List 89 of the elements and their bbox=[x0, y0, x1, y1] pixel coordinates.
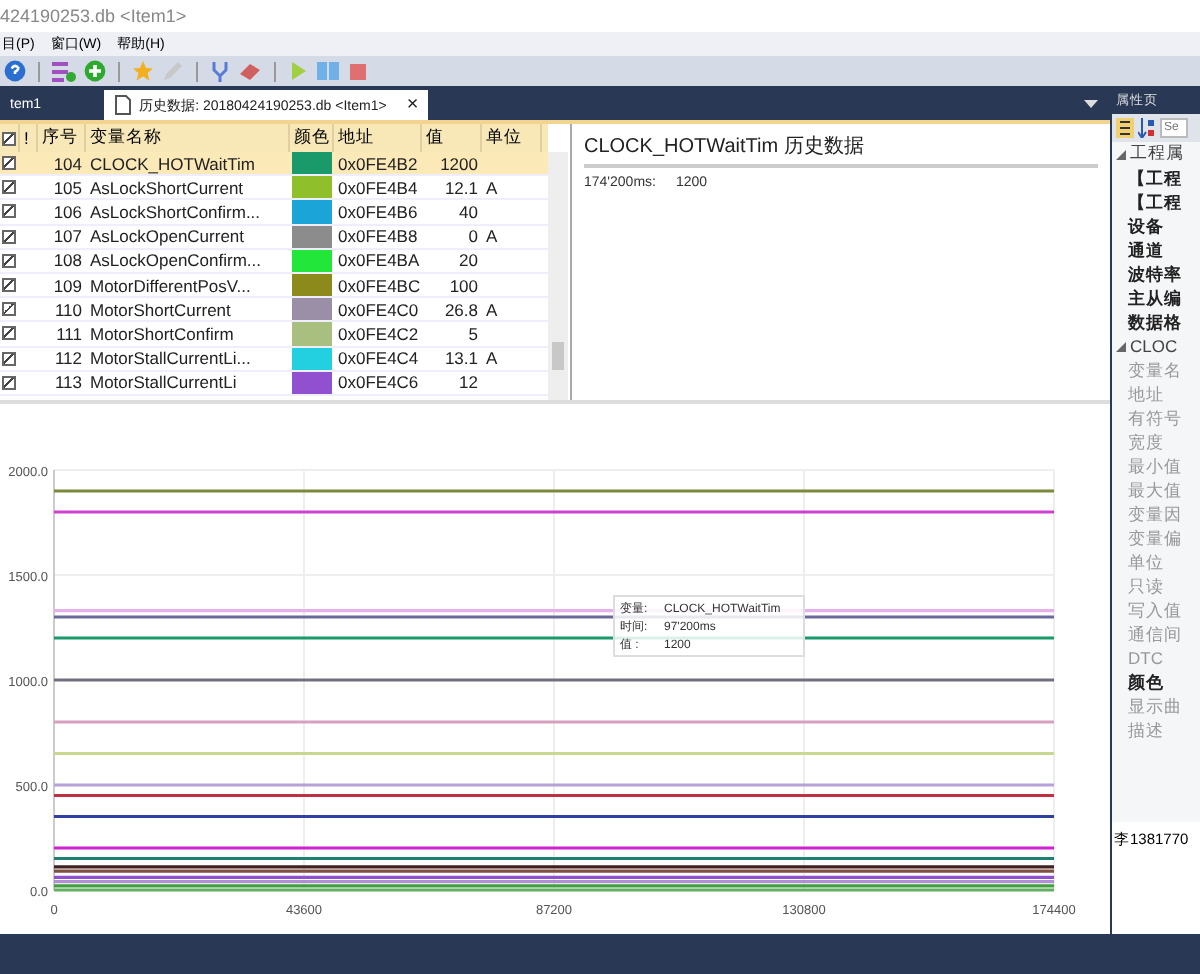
row-checkbox[interactable] bbox=[0, 204, 20, 219]
row-checkbox[interactable] bbox=[0, 253, 20, 268]
row-checkbox[interactable] bbox=[0, 351, 20, 366]
property-name[interactable]: 【工程 bbox=[1112, 190, 1200, 214]
property-name[interactable]: 【工程 bbox=[1112, 166, 1200, 190]
table-cell-text: 0 bbox=[466, 226, 480, 247]
table-cell-text: MotorShortConfirm bbox=[88, 323, 236, 344]
table-cell-text: 20 bbox=[457, 250, 480, 271]
property-name[interactable]: 主从编 bbox=[1112, 286, 1200, 310]
table-cell-text: 0x0FE4C6 bbox=[336, 372, 421, 393]
table-cell-text: 5 bbox=[466, 323, 480, 344]
table-cell-text: 107 bbox=[51, 226, 84, 247]
table-cell-text: 112 bbox=[52, 348, 84, 369]
table-cell-text: 1200 bbox=[438, 153, 480, 174]
row-checkbox[interactable] bbox=[0, 326, 20, 341]
table-row[interactable]: 111 MotorShortConfirm 0x0FE4C2 5 bbox=[0, 322, 548, 347]
property-name[interactable]: 波特率 bbox=[1112, 262, 1200, 286]
window-title: 424190253.db <Item1> bbox=[0, 6, 187, 26]
table-cell-text: CLOCK_HOTWaitTim bbox=[88, 153, 257, 174]
table-row[interactable]: 104 CLOCK_HOTWaitTim 0x0FE4B2 1200 bbox=[0, 152, 548, 177]
property-name[interactable]: 颜色 bbox=[1112, 670, 1200, 694]
table-cell-text: A bbox=[484, 226, 500, 247]
property-name[interactable]: 通道 bbox=[1112, 238, 1200, 262]
document-icon bbox=[113, 94, 132, 116]
table-cell-text: A bbox=[484, 348, 500, 369]
add-icon[interactable] bbox=[84, 60, 106, 82]
table-cell-text: MotorDifferentPosV... bbox=[88, 275, 253, 296]
table-row[interactable]: 106 AsLockShortConfirm... 0x0FE4B6 40 bbox=[0, 200, 548, 226]
table-cell-text: 110 bbox=[52, 299, 84, 320]
table-cell-text: 108 bbox=[51, 250, 84, 271]
row-checkbox[interactable] bbox=[0, 180, 20, 195]
table-row[interactable]: 112 MotorStallCurrentLi... 0x0FE4C4 13.1 A bbox=[0, 347, 548, 372]
table-row[interactable]: 109 MotorDifferentPosV... 0x0FE4BC 100 bbox=[0, 273, 548, 299]
table-row[interactable]: 113 MotorStallCurrentLi 0x0FE4C6 12 bbox=[0, 371, 548, 396]
table-cell-text: AsLockShortConfirm... bbox=[88, 201, 263, 222]
scrollbar[interactable] bbox=[548, 152, 568, 400]
table-row[interactable]: 108 AsLockOpenConfirm... 0x0FE4BA 20 bbox=[0, 249, 548, 274]
row-checkbox[interactable] bbox=[0, 375, 20, 390]
table-cell-text: 106 bbox=[51, 201, 84, 222]
table-cell-text: 0x0FE4C4 bbox=[336, 348, 421, 369]
table-cell-text: AsLockOpenConfirm... bbox=[88, 250, 264, 271]
fork-icon[interactable] bbox=[210, 60, 230, 82]
property-group[interactable]: CLOC bbox=[1130, 336, 1178, 356]
property-name[interactable]: 设备 bbox=[1112, 214, 1200, 238]
table-cell-text: 0x0FE4B4 bbox=[336, 177, 420, 198]
row-checkbox[interactable] bbox=[0, 278, 20, 293]
collapse-icon[interactable] bbox=[1116, 149, 1126, 159]
table-cell-text: 105 bbox=[51, 177, 84, 198]
table-cell-text: MotorShortCurrent bbox=[88, 299, 233, 320]
dropdown-icon[interactable] bbox=[1084, 100, 1098, 108]
history-title: CLOCK_HOTWaitTim 历史数据 bbox=[584, 132, 1098, 168]
table-cell-text: 109 bbox=[51, 275, 84, 296]
table-row[interactable]: 105 AsLockShortCurrent 0x0FE4B4 12.1 A bbox=[0, 176, 548, 201]
table-cell-text: MotorStallCurrentLi... bbox=[88, 348, 253, 369]
table-cell-text: 40 bbox=[457, 201, 480, 222]
table-row[interactable]: 107 AsLockOpenCurrent 0x0FE4B8 0 A bbox=[0, 225, 548, 250]
table-cell-text: 0x0FE4BA bbox=[336, 250, 422, 271]
sort-icon[interactable] bbox=[1138, 118, 1156, 138]
table-cell-text: MotorStallCurrentLi bbox=[88, 372, 239, 393]
table-cell-text: AsLockShortCurrent bbox=[88, 177, 246, 198]
close-button[interactable]: × bbox=[406, 94, 419, 116]
table-cell-text: 0x0FE4B6 bbox=[336, 201, 420, 222]
property-group[interactable]: 工程属 bbox=[1130, 142, 1184, 166]
table-cell-text: 12.1 bbox=[442, 177, 480, 198]
table-cell-text: 12 bbox=[457, 372, 480, 393]
help-icon[interactable] bbox=[4, 60, 26, 82]
table-cell-text: A bbox=[484, 177, 500, 198]
table-cell-text: 0x0FE4C2 bbox=[336, 323, 421, 344]
table-cell-text: 0x0FE4C0 bbox=[336, 299, 421, 320]
table-cell-text: A bbox=[484, 299, 500, 320]
table-cell-text: 104 bbox=[51, 153, 84, 174]
table-cell-text: 0x0FE4B8 bbox=[336, 226, 420, 247]
table-cell-text: 111 bbox=[54, 323, 84, 344]
table-cell-text: 0x0FE4B2 bbox=[336, 153, 420, 174]
table-cell-text: 113 bbox=[52, 372, 84, 393]
list-add-icon[interactable] bbox=[52, 60, 76, 82]
row-checkbox[interactable] bbox=[0, 302, 20, 317]
collapse-icon[interactable] bbox=[1116, 341, 1126, 351]
table-cell-text: 0x0FE4BC bbox=[336, 275, 422, 296]
row-checkbox[interactable] bbox=[0, 229, 20, 244]
table-row[interactable]: 110 MotorShortCurrent 0x0FE4C0 26.8 A bbox=[0, 298, 548, 323]
categorized-icon[interactable] bbox=[1116, 118, 1134, 138]
row-checkbox[interactable] bbox=[0, 156, 20, 171]
table-cell-text: 26.8 bbox=[442, 299, 480, 320]
star-icon[interactable] bbox=[132, 60, 154, 82]
property-name[interactable]: 数据格 bbox=[1112, 310, 1200, 334]
table-cell-text: 100 bbox=[447, 275, 480, 296]
table-cell-text: AsLockOpenCurrent bbox=[88, 226, 247, 247]
table-cell-text: 13.1 bbox=[442, 348, 480, 369]
